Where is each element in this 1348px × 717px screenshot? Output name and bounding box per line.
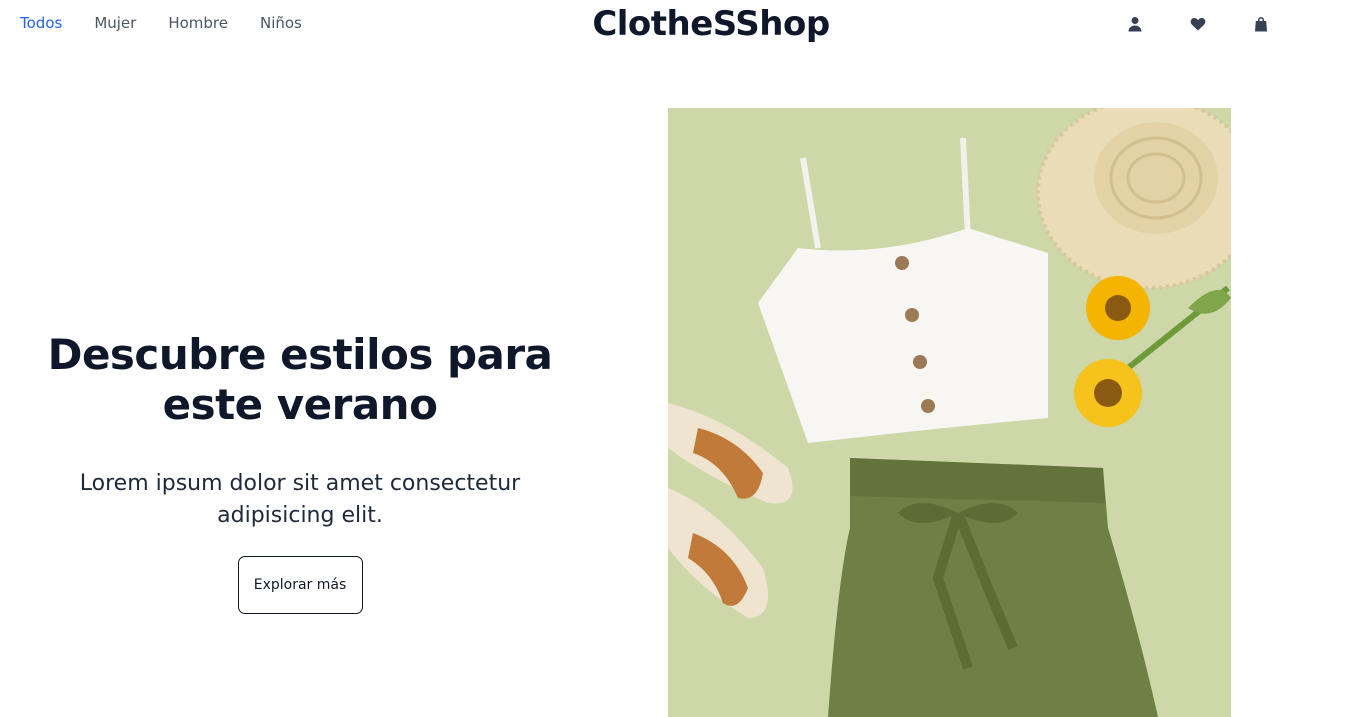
nav-link-todos[interactable]: Todos — [20, 14, 62, 32]
hero-text: Descubre estilos para este verano Lorem … — [40, 330, 560, 614]
nav-link-ninos[interactable]: Niños — [260, 14, 302, 32]
hero-product-image — [668, 108, 1231, 717]
summer-outfit-illustration — [668, 108, 1231, 717]
nav-link-mujer[interactable]: Mujer — [94, 14, 136, 32]
hero-subtitle: Lorem ipsum dolor sit amet consectetur a… — [79, 471, 521, 528]
heart-icon[interactable] — [1187, 13, 1209, 35]
category-links: Todos Mujer Hombre Niños — [20, 14, 334, 32]
hero-title: Descubre estilos para este verano — [47, 330, 553, 429]
nav-icons — [1124, 13, 1313, 35]
explore-button[interactable]: Explorar más — [237, 556, 363, 614]
user-icon[interactable] — [1124, 13, 1146, 35]
top-navigation: Todos Mujer Hombre Niños ClotheSShop — [0, 0, 1348, 50]
brand-logo[interactable]: ClotheSShop — [592, 4, 830, 44]
shopping-bag-icon[interactable] — [1250, 13, 1272, 35]
nav-link-hombre[interactable]: Hombre — [168, 14, 228, 32]
hero-actions: Explorar más — [40, 556, 560, 614]
